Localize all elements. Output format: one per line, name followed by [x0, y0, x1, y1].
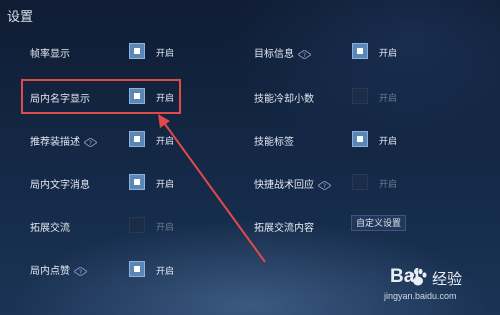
baidu-watermark: Bai 经验 jingyan.baidu.com	[384, 262, 496, 310]
baidu-paw-icon	[410, 268, 427, 286]
watermark-brand-suffix: 经验	[432, 270, 463, 288]
watermark-url: jingyan.baidu.com	[384, 291, 457, 301]
